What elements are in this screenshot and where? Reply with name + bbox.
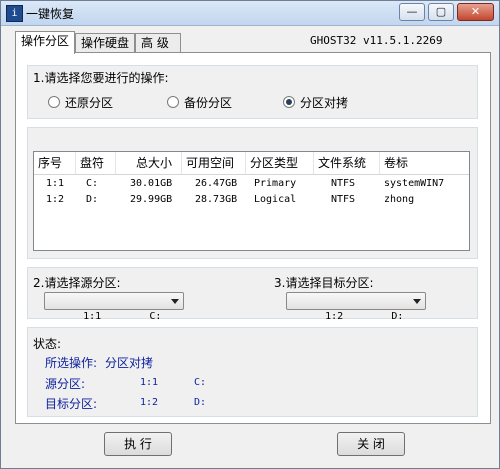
cell-index: 1:2 (46, 194, 65, 205)
status-target-drive: D: (194, 397, 207, 408)
cell-filesystem: NTFS (331, 178, 356, 189)
cell-volume: systemWIN7 (384, 178, 445, 189)
status-target-label: 目标分区: (45, 397, 98, 411)
version-label: GHOST32 v11.5.1.2269 (310, 34, 443, 47)
chevron-down-icon (413, 299, 421, 304)
col-total[interactable]: 总大小 (116, 152, 182, 174)
cell-volume: zhong (384, 194, 415, 205)
source-select-value: 1:1 C: (83, 311, 162, 322)
title-bar[interactable]: i 一键恢复 — ▢ ✕ (1, 1, 499, 26)
col-filesystem[interactable]: 文件系统 (314, 152, 380, 174)
cell-free: 28.73GB (195, 194, 238, 205)
col-volume[interactable]: 卷标 (380, 152, 469, 174)
cell-total: 29.99GB (130, 194, 173, 205)
partition-table[interactable]: 序号 盘符 总大小 可用空间 分区类型 文件系统 卷标 1:1 C: 30.01… (33, 151, 470, 251)
restore-label[interactable]: 还原分区 (65, 94, 113, 111)
tab-partition-ops[interactable]: 操作分区 (15, 31, 75, 54)
header-divider (34, 174, 469, 175)
main-window: i 一键恢复 — ▢ ✕ 操作分区 操作硬盘 高 级 GHOST32 v11.5… (0, 0, 500, 469)
status-target-id: 1:2 (140, 397, 159, 408)
status-source-drive: C: (194, 377, 207, 388)
tab-disk-ops[interactable]: 操作硬盘 (75, 33, 135, 53)
operation-heading: 1.请选择您要进行的操作: (33, 71, 169, 85)
restore-radio[interactable] (48, 96, 60, 108)
backup-radio[interactable] (167, 96, 179, 108)
copy-partition-radio[interactable] (283, 96, 295, 108)
cell-drive: D: (86, 194, 99, 205)
cell-filesystem: NTFS (331, 194, 356, 205)
table-row[interactable]: 1:1 C: 30.01GB 26.47GB Primary NTFS syst… (34, 176, 469, 192)
window-title: 一键恢复 (26, 7, 75, 21)
status-heading: 状态: (33, 337, 62, 351)
chevron-down-icon (171, 299, 179, 304)
status-source-id: 1:1 (140, 377, 159, 388)
cell-drive: C: (86, 178, 99, 189)
close-button[interactable]: 关 闭 (337, 432, 405, 456)
source-partition-select[interactable]: 1:1 C: (44, 292, 184, 322)
col-drive[interactable]: 盘符 (76, 152, 116, 174)
status-operation-label: 所选操作: (45, 356, 98, 370)
cell-type: Primary (254, 178, 297, 189)
cell-free: 26.47GB (195, 178, 238, 189)
status-operation-value: 分区对拷 (105, 356, 154, 370)
minimize-button[interactable]: — (399, 3, 425, 21)
execute-button[interactable]: 执 行 (104, 432, 172, 456)
maximize-button[interactable]: ▢ (428, 3, 454, 21)
source-heading: 2.请选择源分区: (33, 276, 121, 290)
close-window-button[interactable]: ✕ (457, 3, 494, 21)
target-select-value: 1:2 D: (325, 311, 404, 322)
ghost-app-icon: i (6, 5, 23, 22)
backup-label[interactable]: 备份分区 (184, 94, 232, 111)
status-source-label: 源分区: (45, 377, 86, 391)
cell-type: Logical (254, 194, 297, 205)
tab-advanced[interactable]: 高 级 (135, 33, 181, 53)
copy-partition-label[interactable]: 分区对拷 (300, 94, 348, 111)
target-heading: 3.请选择目标分区: (274, 276, 374, 290)
cell-index: 1:1 (46, 178, 65, 189)
table-row[interactable]: 1:2 D: 29.99GB 28.73GB Logical NTFS zhon… (34, 192, 469, 208)
target-partition-select[interactable]: 1:2 D: (286, 292, 426, 322)
cell-total: 30.01GB (130, 178, 173, 189)
col-index[interactable]: 序号 (34, 152, 76, 174)
col-type[interactable]: 分区类型 (246, 152, 314, 174)
col-free[interactable]: 可用空间 (182, 152, 246, 174)
